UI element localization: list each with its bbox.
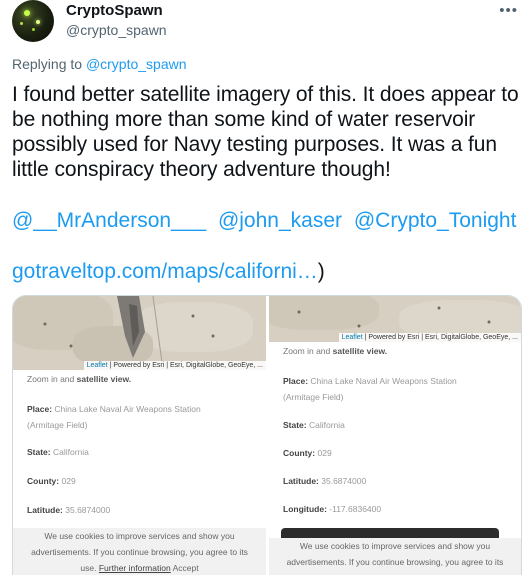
latitude-label: Latitude:: [283, 476, 319, 486]
cookie-text-1: We use cookies to improve services and s…: [299, 541, 491, 551]
cookie-banner: We use cookies to improve services and s…: [13, 528, 266, 575]
county-row: County: 029: [27, 476, 76, 486]
avatar[interactable]: [12, 0, 54, 42]
map-attribution: Leaflet | Powered by Esri | Esri, Digita…: [83, 361, 266, 370]
cookie-text-3: use. Further information Accept: [13, 560, 266, 575]
zoom-hint-bold: satellite view.: [76, 374, 132, 384]
county-value: 029: [61, 476, 76, 486]
leaflet-link[interactable]: Leaflet: [342, 334, 363, 341]
latitude-row: Latitude: 35.6874000: [283, 476, 366, 486]
place-row: Place: China Lake Naval Air Weapons Stat…: [283, 376, 457, 386]
media-attachment[interactable]: Leaflet | Powered by Esri | Esri, Digita…: [12, 295, 522, 575]
external-link[interactable]: gotraveltop.com/maps/californi…: [12, 260, 318, 283]
further-information-link[interactable]: Further information: [99, 563, 171, 573]
place-value-2: (Armitage Field): [283, 392, 344, 402]
latitude-value: 35.6874000: [65, 505, 111, 515]
state-value: California: [53, 447, 89, 457]
state-label: State:: [27, 447, 51, 457]
state-row: State: California: [27, 447, 89, 457]
zoom-hint: Zoom in and satellite view.: [283, 346, 387, 356]
zoom-hint-text: Zoom in and: [27, 374, 77, 384]
map-attribution: Leaflet | Powered by Esri | Esri, Digita…: [338, 333, 521, 342]
mention-link[interactable]: @__MrAnderson___: [12, 209, 206, 232]
zoom-hint-text: Zoom in and: [283, 346, 333, 356]
county-label: County:: [27, 476, 60, 486]
zoom-hint: Zoom in and satellite view.: [27, 374, 131, 384]
place-row-2: (Armitage Field): [283, 392, 343, 402]
place-row-2: (Armitage Field): [27, 420, 87, 430]
place-label: Place:: [283, 376, 309, 386]
user-handle[interactable]: @crypto_spawn: [66, 22, 167, 38]
longitude-value: -117.6836400: [329, 504, 382, 514]
cookie-text-1: We use cookies to improve services and s…: [44, 531, 235, 541]
place-label: Place:: [27, 404, 53, 414]
replying-to: Replying to @crypto_spawn: [12, 56, 187, 72]
zoom-hint-bold: satellite view.: [332, 346, 388, 356]
attribution-text: | Powered by Esri | Esri, DigitalGlobe, …: [107, 362, 263, 369]
place-value: China Lake Naval Air Weapons Station: [310, 376, 457, 386]
attribution-text: | Powered by Esri | Esri, DigitalGlobe, …: [362, 334, 518, 341]
place-value-2: (Armitage Field): [27, 420, 88, 430]
link-paren: ): [317, 260, 325, 283]
satellite-map: Leaflet | Powered by Esri | Esri, Digita…: [269, 296, 521, 342]
county-value: 029: [317, 448, 332, 458]
latitude-value: 35.6874000: [321, 476, 367, 486]
county-label: County:: [283, 448, 316, 458]
latitude-label: Latitude:: [27, 505, 63, 515]
runway-shape: [43, 296, 215, 370]
county-row: County: 029: [283, 448, 332, 458]
latitude-row: Latitude: 35.6874000: [27, 505, 110, 515]
link-line: gotraveltop.com/maps/californi…): [12, 260, 325, 284]
longitude-label: Longitude:: [283, 504, 327, 514]
mention-link[interactable]: @Crypto_Tonight: [354, 209, 517, 232]
cookie-text-2: advertisements. If you continue browsing…: [286, 557, 504, 567]
tweet-text: I found better satellite imagery of this…: [12, 83, 519, 181]
cookie-use: use.: [80, 563, 97, 573]
satellite-map: Leaflet | Powered by Esri | Esri, Digita…: [13, 296, 266, 370]
mentions: @__MrAnderson___ @john_kaser @Crypto_Ton…: [12, 209, 522, 233]
state-label: State:: [283, 420, 307, 430]
display-name[interactable]: CryptoSpawn: [66, 2, 163, 19]
mention-link[interactable]: @john_kaser: [218, 209, 342, 232]
cookie-banner: We use cookies to improve services and s…: [269, 538, 521, 575]
tweet-header: CryptoSpawn @crypto_spawn •••: [0, 0, 532, 48]
cookie-text-2: advertisements. If you continue browsing…: [31, 547, 248, 557]
place-row: Place: China Lake Naval Air Weapons Stat…: [27, 404, 201, 414]
replying-to-handle-link[interactable]: @crypto_spawn: [86, 56, 187, 72]
more-options-icon[interactable]: •••: [499, 2, 518, 19]
place-value: China Lake Naval Air Weapons Station: [54, 404, 201, 414]
leaflet-link[interactable]: Leaflet: [87, 362, 108, 369]
state-row: State: California: [283, 420, 345, 430]
longitude-row: Longitude: -117.6836400: [283, 504, 381, 514]
replying-to-label: Replying to: [12, 56, 83, 72]
state-value: California: [309, 420, 345, 430]
accept-cookies-button[interactable]: Accept: [173, 563, 199, 573]
media-image-left[interactable]: Leaflet | Powered by Esri | Esri, Digita…: [13, 296, 266, 575]
media-image-right[interactable]: Leaflet | Powered by Esri | Esri, Digita…: [269, 296, 521, 575]
dark-button-edge: [281, 528, 499, 538]
